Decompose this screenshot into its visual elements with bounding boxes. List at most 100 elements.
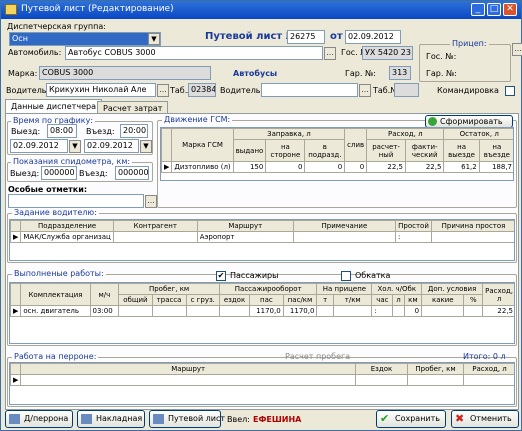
works-km-cell[interactable]: 0: [403, 305, 423, 317]
schedule-in-time[interactable]: 20:00: [120, 124, 148, 138]
dispatch-group-select[interactable]: Осн: [9, 32, 161, 46]
schedule-in-date[interactable]: 02.09.2012: [84, 139, 139, 153]
special-marks-input[interactable]: [8, 194, 144, 208]
tasks-note-cell[interactable]: [292, 231, 397, 243]
maximize-button[interactable]: □: [487, 3, 501, 16]
garage-number-field: 313: [389, 66, 411, 80]
works-hours-cell[interactable]: :: [371, 305, 394, 317]
cancel-button-label: Отменить: [470, 414, 512, 423]
trailer-ellipsis-button[interactable]: …: [512, 43, 522, 56]
refresh-icon: [428, 117, 437, 126]
works-t-cell[interactable]: [316, 305, 335, 317]
table-row[interactable]: ▶ осн. двигатель 03:00 1170,0 1170,0:0 22,5: [10, 305, 514, 317]
schedule-out-time[interactable]: 08:00: [47, 124, 77, 138]
car-label: Автомобиль:: [8, 48, 62, 57]
waybill-number-input[interactable]: 26275: [287, 30, 325, 44]
tasks-reason-cell[interactable]: [431, 231, 514, 243]
schedule-out-date[interactable]: 02.09.2012: [10, 139, 68, 153]
table-row[interactable]: ▶ Дизтопливо (л) 150 0 0 0 22,5 22,5 61,2 188,7: [161, 161, 513, 173]
car-ellipsis-button[interactable]: …: [324, 47, 336, 60]
tasks-reason-header: Причина простоя: [431, 220, 514, 232]
works-legend: Выполненые работы:: [12, 269, 106, 278]
runin-checkbox[interactable]: [341, 271, 351, 281]
calc-mileage-button[interactable]: Расчет пробега: [285, 352, 350, 361]
works-complect-cell[interactable]: осн. двигатель: [20, 305, 91, 317]
driver2-input[interactable]: [261, 83, 358, 97]
fuel-in-cell[interactable]: 188,7: [478, 161, 513, 173]
works-mh-cell[interactable]: 03:00: [89, 305, 120, 317]
works-passn-cell[interactable]: 1170,0: [249, 305, 284, 317]
tasks-legend: Задание водителю:: [12, 208, 99, 217]
driver2-ellipsis-button[interactable]: …: [359, 84, 371, 97]
fuel-sub-cell[interactable]: 0: [304, 161, 346, 173]
passengers-checkbox[interactable]: ✔: [216, 271, 226, 281]
platform-rides-cell[interactable]: [355, 374, 408, 386]
tasks-dept-cell[interactable]: МАК/Служба организац: [20, 231, 114, 243]
platform-button[interactable]: Д/перрона: [5, 410, 73, 428]
works-trailer-header: На прицепе: [316, 283, 373, 295]
works-rides-header: ездок: [218, 294, 251, 306]
odometer-out-input[interactable]: 000000: [41, 166, 77, 180]
odometer-legend: Показания спидометра, км:: [11, 157, 133, 166]
works-total-cell[interactable]: [118, 305, 153, 317]
tab-number-field: 02384: [188, 83, 216, 97]
printer-icon: [153, 414, 164, 424]
fuel-fact-cell[interactable]: 22,5: [404, 161, 445, 173]
fuel-issued-cell[interactable]: 150: [232, 161, 267, 173]
tasks-route-header: Маршрут: [196, 220, 294, 232]
works-cons-cell[interactable]: 22,5: [482, 305, 514, 317]
works-cargo-cell[interactable]: [185, 305, 220, 317]
works-rides-cell[interactable]: [218, 305, 251, 317]
invoice-button[interactable]: Накладная: [77, 410, 145, 428]
works-paskm-cell[interactable]: 1170,0: [282, 305, 318, 317]
fuel-brand-cell[interactable]: Дизтопливо (л): [171, 161, 234, 173]
tab-cost-calc[interactable]: Расчет затрат: [97, 101, 169, 113]
platform-cons-cell[interactable]: [463, 374, 514, 386]
tasks-idle-header: Простой: [395, 220, 432, 232]
fuel-sub-header: в подразд.: [304, 139, 346, 162]
works-route-cell[interactable]: [151, 305, 187, 317]
entered-label: Ввел:: [227, 415, 250, 424]
driver-ellipsis-button[interactable]: …: [157, 84, 169, 97]
tasks-contractor-cell[interactable]: [112, 231, 198, 243]
waybill-date-input[interactable]: 02.09.2012: [345, 30, 401, 44]
chevron-down-icon[interactable]: ▼: [140, 140, 152, 153]
special-ellipsis-button[interactable]: …: [145, 195, 157, 208]
works-l-cell[interactable]: [392, 305, 405, 317]
close-button[interactable]: ✕: [503, 3, 517, 16]
table-row[interactable]: ▶ МАК/Служба организац Аэропорт:: [10, 231, 514, 243]
waybill-print-button[interactable]: Путевой лист: [149, 410, 225, 428]
platform-mileage-cell[interactable]: [407, 374, 464, 386]
platform-cons-header: Расход, л: [463, 363, 514, 375]
fuel-out-cell[interactable]: 61,2: [443, 161, 480, 173]
trailer-garage-label: Гар. №:: [426, 69, 457, 78]
row-marker-header: [10, 283, 22, 306]
works-which-cell[interactable]: [421, 305, 465, 317]
table-row[interactable]: ▶: [10, 374, 514, 386]
fuel-rest-header: Остаток, л: [443, 128, 513, 140]
minimize-button[interactable]: _: [471, 3, 485, 16]
save-button[interactable]: ✔ Сохранить: [376, 410, 446, 428]
works-cargo-header: с груз.: [185, 294, 220, 306]
tab-dispatcher-data[interactable]: Данные диспетчера: [5, 99, 102, 113]
fuel-drain-cell[interactable]: 0: [344, 161, 368, 173]
fuel-side-cell[interactable]: 0: [265, 161, 306, 173]
driver-input[interactable]: Крикухин Николай Але: [46, 83, 156, 97]
row-marker-header: [10, 220, 22, 232]
trip-checkbox[interactable]: [505, 86, 515, 96]
chevron-down-icon[interactable]: ▼: [69, 140, 81, 153]
driver-label: Водитель:: [6, 86, 50, 95]
chevron-down-icon[interactable]: ▼: [148, 33, 160, 45]
car-input[interactable]: Автобус COBUS 3000: [65, 46, 323, 60]
row-marker-header: [161, 128, 173, 162]
dispatch-group-label: Диспетчерская группа:: [7, 22, 106, 31]
works-pct-cell[interactable]: [463, 305, 484, 317]
fuel-drain-header: слив: [344, 128, 368, 162]
odometer-in-input[interactable]: 000000: [115, 166, 149, 180]
cancel-button[interactable]: ✖ Отменить: [451, 410, 519, 428]
fuel-calc-cell[interactable]: 22,5: [366, 161, 406, 173]
platform-route-cell[interactable]: [20, 374, 356, 386]
works-tkm-cell[interactable]: [333, 305, 373, 317]
tasks-route-cell[interactable]: Аэропорт: [196, 231, 294, 243]
tasks-idle-cell[interactable]: :: [395, 231, 432, 243]
